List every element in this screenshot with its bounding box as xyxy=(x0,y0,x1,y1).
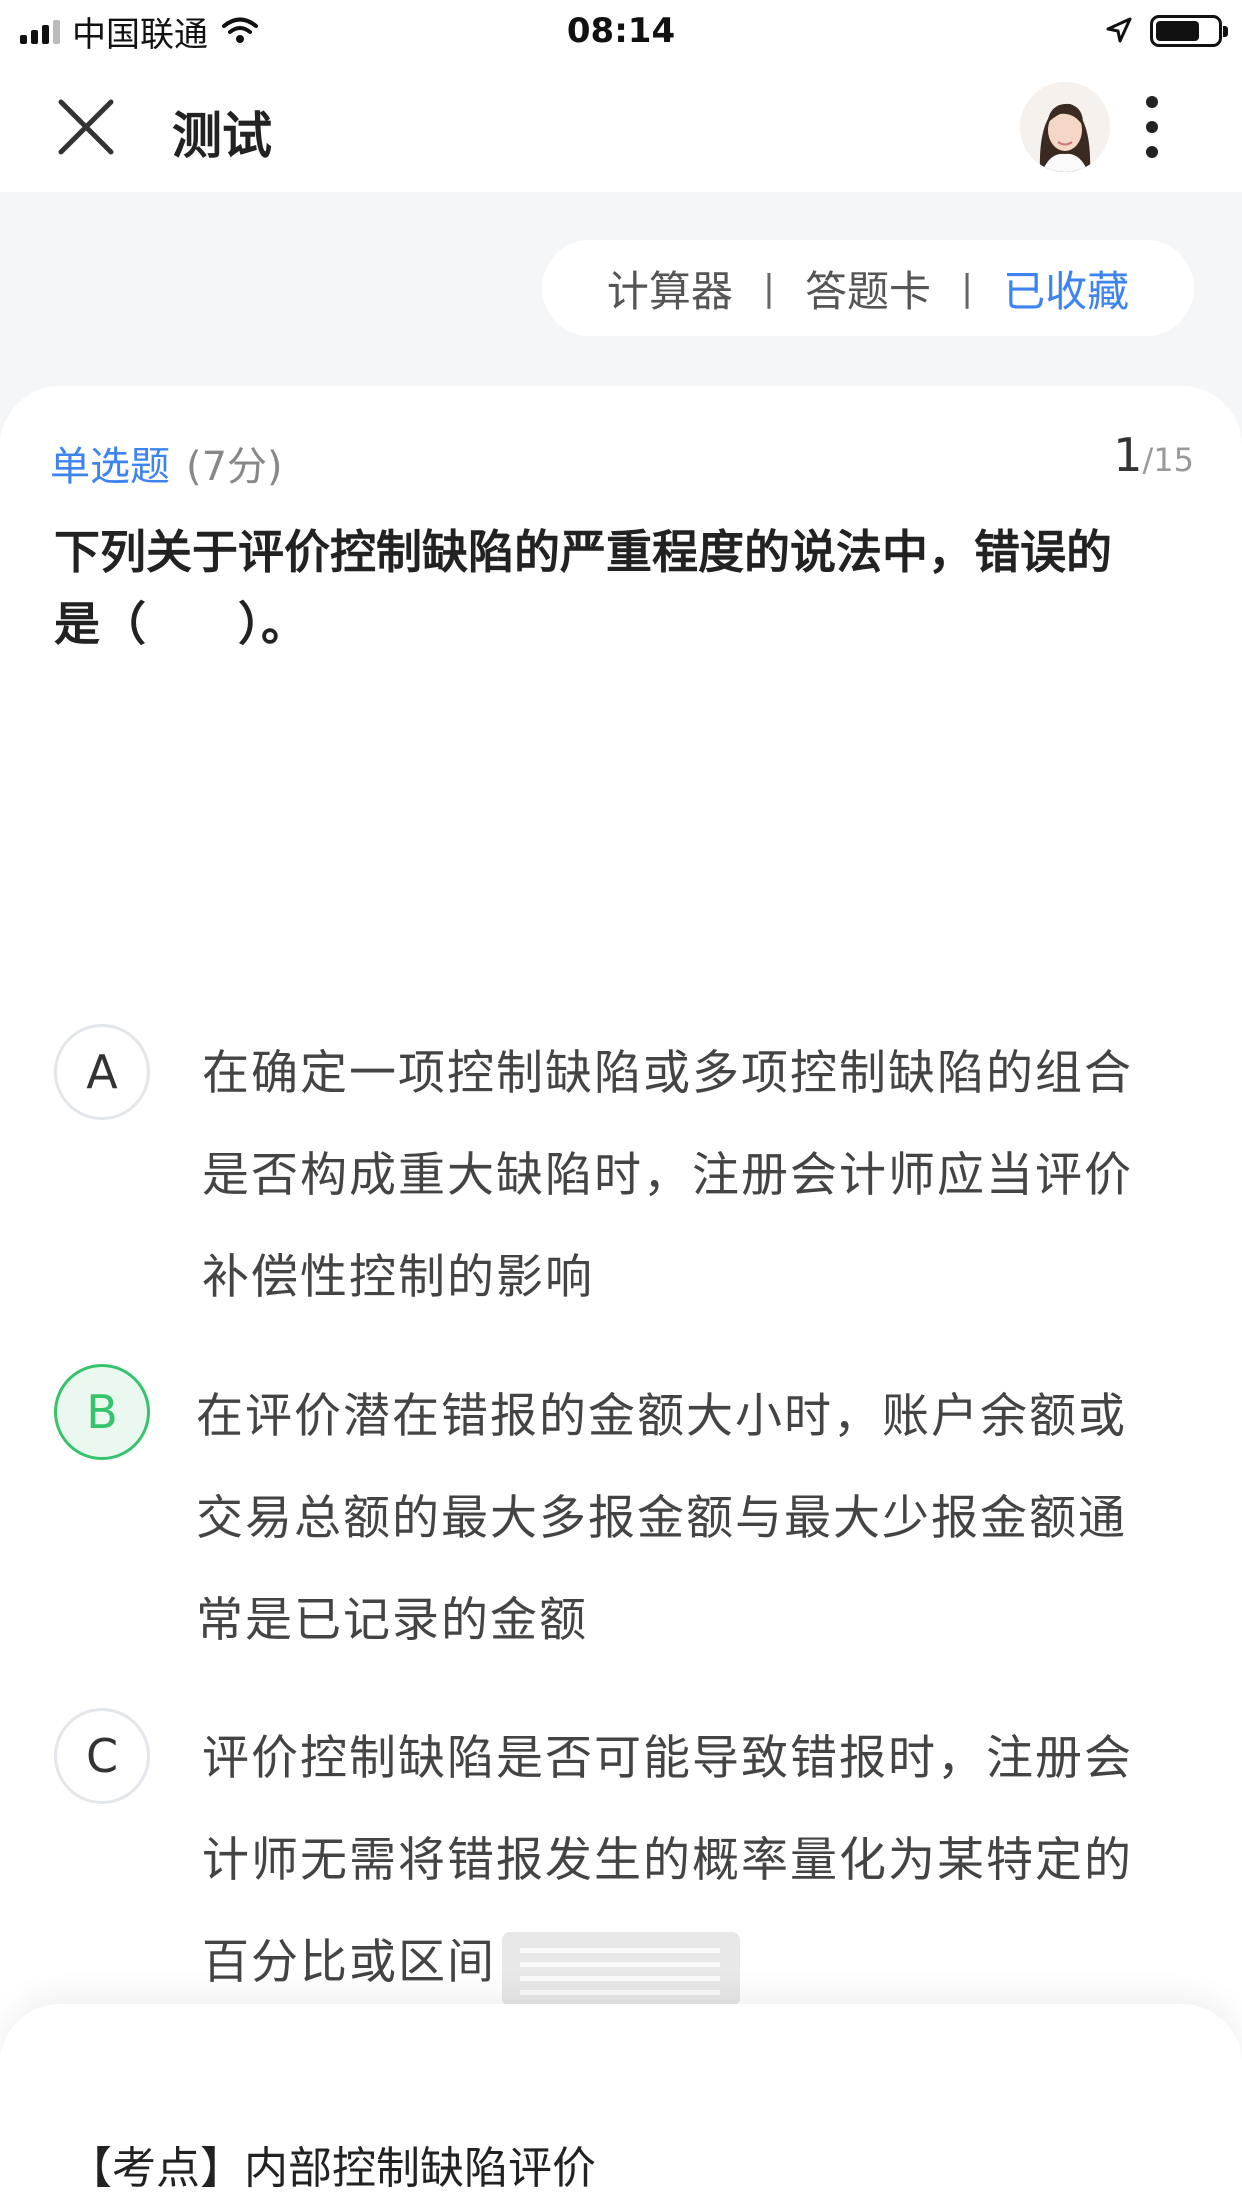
signal-icon xyxy=(20,18,60,44)
question-toolbar: 计算器 | 答题卡 | 已收藏 xyxy=(542,240,1194,336)
calculator-button[interactable]: 计算器 xyxy=(607,258,733,319)
option-text-line: 是否构成重大缺陷时，注册会计师应当评价 xyxy=(202,1148,1133,1203)
avatar-image xyxy=(1020,82,1110,172)
option-text-line: 补偿性控制的影响 xyxy=(202,1250,594,1305)
option-text-line: 在确定一项控制缺陷或多项控制缺陷的组合 xyxy=(202,1046,1133,1101)
carrier-label: 中国联通 xyxy=(72,14,208,55)
location-arrow-icon xyxy=(1106,17,1132,43)
option-a-text: 在确定一项控制缺陷或多项控制缺陷的组合 是否构成重大缺陷时，注册会计师应当评价 … xyxy=(202,1023,1192,1329)
option-text-line: 常是已记录的金额 xyxy=(196,1593,588,1648)
option-text-line: 计师无需将错报发生的概率量化为某特定的 xyxy=(202,1833,1133,1888)
favorite-button[interactable]: 已收藏 xyxy=(1003,258,1129,319)
clock: 08:14 xyxy=(566,11,676,51)
analysis-panel: 【考点】内部控制缺陷评价 【解题思路】掌握评价控制缺陷的严重程度 xyxy=(0,2004,1242,2208)
question-stem-line: 是（ ）。 xyxy=(54,597,307,651)
answer-card-button[interactable]: 答题卡 xyxy=(805,258,931,319)
toolbar-separator: | xyxy=(762,267,775,309)
option-b-text: 在评价潜在错报的金额大小时，账户余额或 交易总额的最大多报金额与最大少报金额通 … xyxy=(196,1366,1186,1672)
nav-bar: 测试 xyxy=(0,62,1242,192)
option-a-badge[interactable]: A xyxy=(54,1024,150,1120)
analysis-next: 【解题思路】掌握评价控制缺陷的严重程度 xyxy=(68,2196,904,2208)
status-right xyxy=(1104,15,1228,47)
toolbar-separator: | xyxy=(961,267,974,309)
question-total: /15 xyxy=(1142,441,1195,479)
option-text-line: 交易总额的最大多报金额与最大少报金额通 xyxy=(196,1491,1127,1546)
more-icon[interactable] xyxy=(1140,92,1164,162)
option-text-line: 评价控制缺陷是否可能导致错报时，注册会 xyxy=(202,1731,1133,1786)
question-progress: 1/15 xyxy=(1113,428,1194,482)
analysis-point: 【考点】内部控制缺陷评价 xyxy=(68,2143,596,2194)
screen: 中国联通 08:14 测试 计算器 | 答题卡 | 已收藏 单选题 (7分) 1… xyxy=(0,0,1242,2208)
option-text-line: 在评价潜在错报的金额大小时，账户余额或 xyxy=(196,1389,1127,1444)
wifi-icon xyxy=(222,17,258,43)
avatar[interactable] xyxy=(1020,82,1110,172)
question-index: 1 xyxy=(1113,428,1143,482)
battery-icon xyxy=(1150,15,1228,47)
option-b-badge[interactable]: B xyxy=(54,1364,150,1460)
status-left: 中国联通 xyxy=(20,7,260,56)
page-title: 测试 xyxy=(172,107,272,165)
question-score: (7分) xyxy=(186,444,283,490)
option-c-badge[interactable]: C xyxy=(54,1708,150,1804)
question-type: 单选题 xyxy=(50,444,170,490)
drag-handle[interactable] xyxy=(502,1932,740,2006)
close-icon[interactable] xyxy=(56,97,116,157)
question-stem-line: 下列关于评价控制缺陷的严重程度的说法中，错误的 xyxy=(54,525,1112,579)
status-bar: 中国联通 08:14 xyxy=(0,0,1242,62)
question-stem: 下列关于评价控制缺陷的严重程度的说法中，错误的 是（ ）。 xyxy=(54,516,1184,660)
